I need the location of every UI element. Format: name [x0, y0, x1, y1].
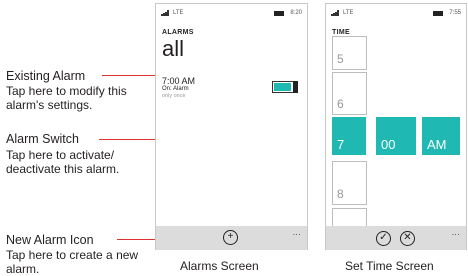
alarm-time: 7:00 AM [162, 76, 196, 86]
check-circle-icon[interactable]: ✓ [376, 231, 391, 246]
hour-value: 7 [337, 137, 345, 152]
alarm-list-item[interactable]: 7:00 AM On: Alarm only once [156, 74, 266, 104]
existing-alarm-callout-title: Existing Alarm [6, 69, 86, 83]
status-bar: LTE 8:20 [161, 10, 302, 18]
hour-option[interactable]: 5 [332, 36, 367, 70]
battery-icon [274, 11, 284, 16]
alarm-repeat: only once [162, 93, 186, 99]
signal-icon [161, 10, 169, 18]
alarm-switch-callout-text: Tap here to activate/ deactivate this al… [6, 148, 120, 176]
page-title: all [162, 36, 185, 61]
new-alarm-icon-callout-text: Tap here to create a new alarm. [6, 248, 139, 276]
toggle-knob [293, 81, 298, 93]
new-alarm-icon-callout-title: New Alarm Icon [6, 233, 94, 247]
network-type: LTE [173, 10, 184, 16]
alarms-screen: LTE 8:20 ALARMS all 7:00 AM On: Alarm on… [155, 3, 308, 250]
alarm-toggle-switch[interactable] [272, 81, 298, 93]
status-time: 7:55 [449, 10, 461, 16]
hour-option-value: 5 [337, 52, 344, 66]
minute-selected[interactable]: 00 [376, 117, 416, 155]
toggle-fill [274, 83, 291, 91]
set-time-screen-caption: Set Time Screen [345, 259, 434, 273]
app-bar: + ... [156, 226, 307, 250]
hour-option[interactable]: 6 [332, 72, 367, 115]
ampm-value: AM [427, 137, 447, 152]
existing-alarm-leader-line [102, 75, 156, 76]
hour-option[interactable]: 8 [332, 161, 367, 205]
x-circle-icon[interactable]: ✕ [400, 231, 415, 246]
minute-value: 00 [381, 137, 396, 152]
hour-option-value: 6 [337, 97, 344, 111]
more-menu-button[interactable]: ... [293, 228, 301, 237]
existing-alarm-callout-text: Tap here to modify this alarm's settings… [6, 84, 127, 112]
battery-icon [433, 11, 443, 16]
status-bar: LTE 7:55 [331, 10, 461, 18]
set-time-screen: LTE 7:55 TIME 5 6 7 00 AM 8 ✓ ✕ ... [325, 3, 467, 250]
app-header: TIME [332, 29, 350, 36]
signal-icon [331, 10, 339, 18]
more-menu-button[interactable]: ... [452, 228, 460, 237]
status-time: 8:20 [290, 10, 302, 16]
network-type: LTE [343, 10, 354, 16]
alarm-switch-callout-title: Alarm Switch [6, 132, 79, 146]
plus-circle-icon[interactable]: + [223, 230, 238, 245]
alarm-label: On: Alarm [162, 86, 189, 92]
app-header: ALARMS [162, 29, 194, 36]
alarms-screen-caption: Alarms Screen [180, 259, 259, 273]
hour-selected[interactable]: 7 [332, 117, 366, 155]
app-bar: ✓ ✕ ... [326, 226, 466, 250]
hour-option-value: 8 [337, 187, 344, 201]
ampm-selected[interactable]: AM [422, 117, 460, 155]
